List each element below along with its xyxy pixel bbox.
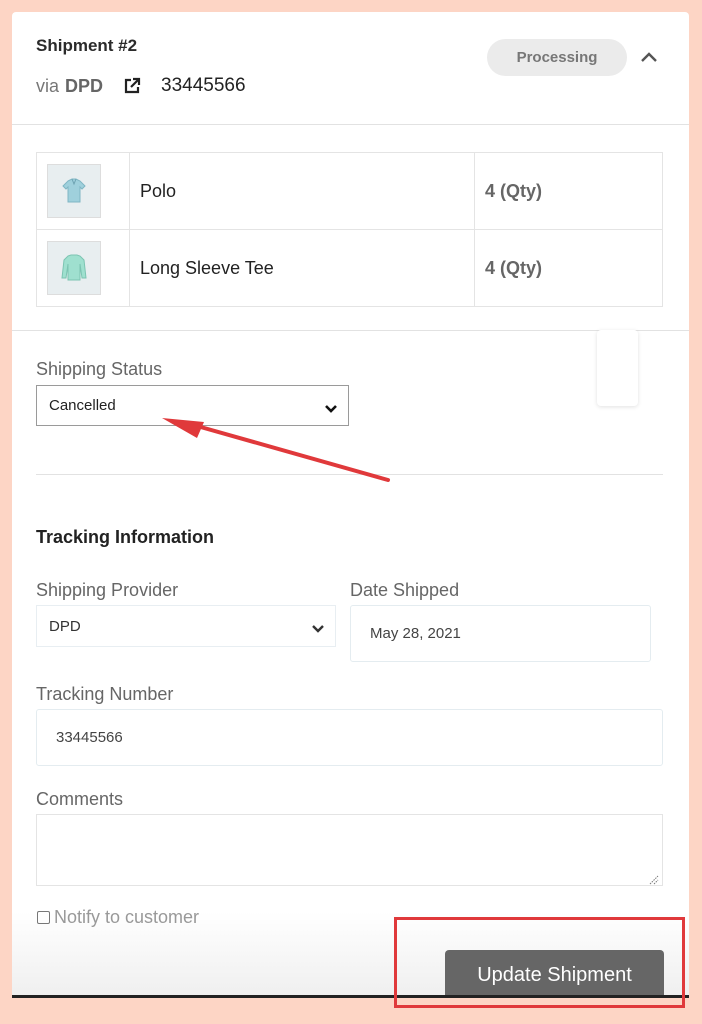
item-qty: 4 (Qty) [474, 229, 663, 307]
tracking-number-label: Tracking Number [36, 684, 174, 704]
shipping-provider-select[interactable]: DPD [36, 605, 336, 647]
chevron-down-icon [311, 621, 325, 633]
shipment-card: Shipment #2 via DPD 33445566 Processing [12, 12, 689, 996]
table-row: Long Sleeve Tee 4 (Qty) [36, 229, 663, 307]
shipping-status-select[interactable]: Cancelled [36, 385, 349, 426]
floating-panel-placeholder [597, 330, 638, 406]
item-qty: 4 (Qty) [474, 152, 663, 230]
shipment-header: Shipment #2 via DPD 33445566 Processing [12, 12, 689, 125]
comments-label: Comments [36, 789, 124, 809]
shipping-provider-label: Shipping Provider [36, 580, 179, 600]
comments-textarea[interactable] [36, 814, 663, 886]
shipping-status-label: Shipping Status [36, 359, 163, 379]
resize-grip-icon[interactable] [649, 872, 659, 885]
product-thumbnail [47, 164, 101, 218]
divider [36, 474, 663, 475]
notify-customer-checkbox[interactable]: Notify to customer [37, 907, 199, 928]
long-sleeve-tee-icon [61, 254, 87, 281]
update-shipment-button[interactable]: Update Shipment [445, 950, 664, 996]
item-name: Polo [129, 152, 475, 230]
table-row: Polo 4 (Qty) [36, 152, 663, 230]
product-thumbnail [47, 241, 101, 295]
status-badge: Processing [487, 39, 627, 76]
card-bottom-border [12, 995, 689, 998]
carrier-name: DPD [65, 75, 104, 96]
external-link-icon[interactable] [123, 77, 141, 95]
date-shipped-label: Date Shipped [350, 580, 460, 600]
via-label: via [36, 75, 60, 96]
shipping-provider-value: DPD [49, 617, 81, 635]
chevron-down-icon [324, 401, 338, 413]
item-name: Long Sleeve Tee [129, 229, 475, 307]
notify-customer-label: Notify to customer [54, 907, 200, 927]
shipping-status-value: Cancelled [49, 397, 116, 414]
shipment-items-table: Polo 4 (Qty) Long Sleeve Tee 4 (Qty) [36, 152, 663, 307]
shipment-title: Shipment #2 [36, 36, 138, 55]
date-shipped-input[interactable]: May 28, 2021 [350, 605, 651, 662]
header-tracking-number: 33445566 [161, 75, 246, 96]
tracking-number-input[interactable]: 33445566 [36, 709, 663, 766]
chevron-up-icon[interactable] [640, 50, 658, 64]
polo-shirt-icon [62, 178, 86, 203]
tracking-section-title: Tracking Information [36, 527, 215, 547]
carrier-line: via DPD 33445566 [36, 75, 246, 97]
checkbox[interactable] [37, 911, 50, 924]
divider [12, 330, 689, 331]
